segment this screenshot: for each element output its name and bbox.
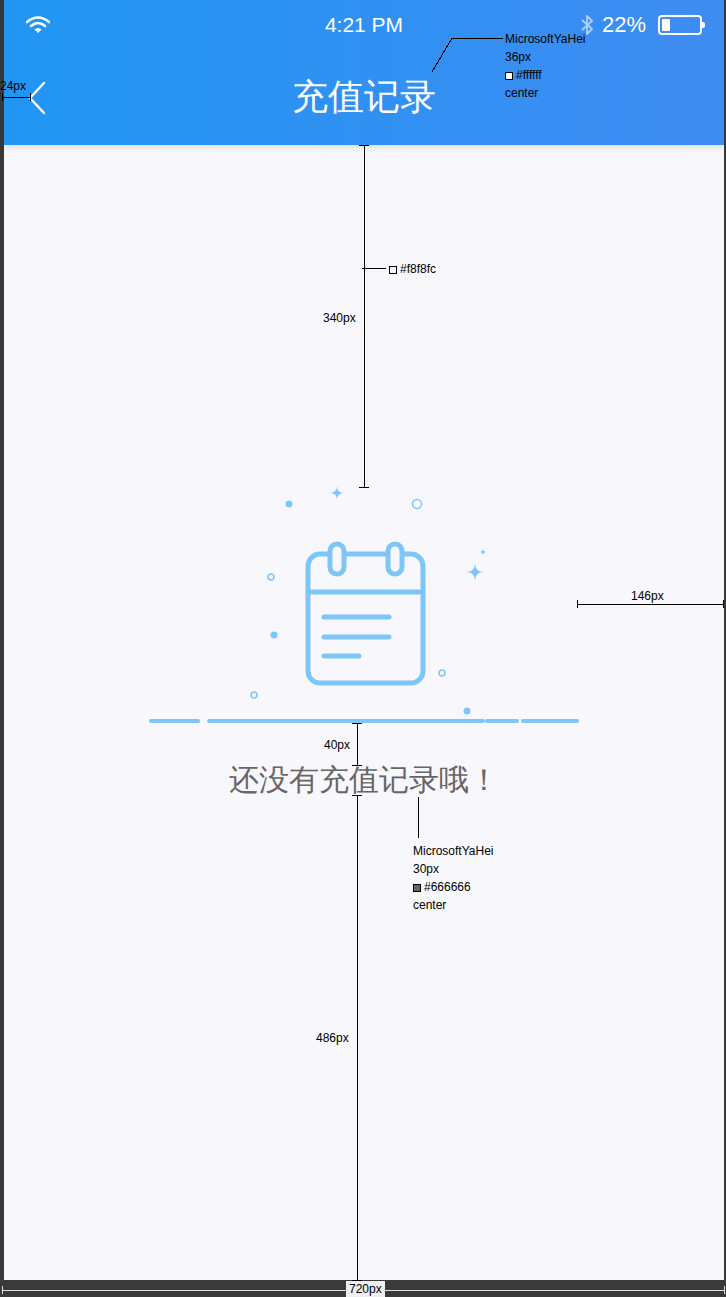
spec-text: MicrosoftYaHei bbox=[505, 32, 585, 46]
dimension-label: 146px bbox=[631, 588, 664, 604]
spec-text: center bbox=[413, 898, 446, 912]
design-frame: 4:21 PM 22% 充值记录 bbox=[0, 0, 726, 1297]
color-spec: #f8f8fc bbox=[389, 260, 436, 278]
nav-bar: 充值记录 bbox=[4, 50, 724, 145]
dimension-label: 486px bbox=[316, 1030, 349, 1046]
status-bar: 4:21 PM 22% bbox=[4, 0, 724, 50]
spec-text: #ffffff bbox=[516, 68, 542, 82]
page-title: 充值记录 bbox=[292, 74, 436, 121]
spec-line: MicrosoftYaHei bbox=[505, 30, 585, 48]
spec-line: #666666 bbox=[413, 878, 493, 896]
empty-state: 还没有充值记录哦！ bbox=[4, 145, 724, 795]
spec-line: MicrosoftYaHei bbox=[413, 842, 493, 860]
spec-text: 30px bbox=[413, 862, 439, 876]
spec-text: center bbox=[505, 86, 538, 100]
dimension-label: 340px bbox=[323, 310, 356, 326]
font-spec: MicrosoftYaHei 36px #ffffff center bbox=[505, 30, 585, 102]
dimension-label: 24px bbox=[0, 78, 26, 94]
annotation-lines bbox=[0, 0, 726, 1297]
battery-fill bbox=[662, 19, 670, 31]
back-button[interactable] bbox=[28, 78, 52, 118]
chevron-left-icon bbox=[28, 81, 46, 115]
color-swatch bbox=[505, 72, 513, 80]
spec-line: 30px bbox=[413, 860, 493, 878]
dimension-label: 40px bbox=[324, 737, 350, 753]
dimension-label: 720px bbox=[346, 1281, 385, 1297]
color-swatch bbox=[389, 266, 397, 274]
spec-text: 36px bbox=[505, 50, 531, 64]
wifi-icon bbox=[26, 16, 50, 34]
spec-text: #666666 bbox=[424, 880, 471, 894]
battery-percent: 22% bbox=[602, 12, 646, 38]
spec-text: #f8f8fc bbox=[400, 262, 436, 276]
color-swatch bbox=[413, 884, 421, 892]
spec-text: MicrosoftYaHei bbox=[413, 844, 493, 858]
font-spec: MicrosoftYaHei 30px #666666 center bbox=[413, 842, 493, 914]
empty-message: 还没有充值记录哦！ bbox=[229, 765, 499, 795]
battery-icon bbox=[658, 15, 702, 35]
status-time: 4:21 PM bbox=[325, 12, 403, 37]
empty-calendar-icon bbox=[149, 485, 579, 725]
app-header: 4:21 PM 22% 充值记录 bbox=[4, 0, 724, 145]
bluetooth-icon bbox=[580, 14, 594, 36]
phone-screen: 4:21 PM 22% 充值记录 bbox=[4, 0, 724, 1280]
spec-line: #ffffff bbox=[505, 66, 585, 84]
spec-line: #f8f8fc bbox=[389, 260, 436, 278]
spec-line: center bbox=[413, 896, 493, 914]
spec-line: 36px bbox=[505, 48, 585, 66]
annotation-layer: 24px MicrosoftYaHei 36px #ffffff center #f8f8… bbox=[0, 0, 726, 1297]
spec-line: center bbox=[505, 84, 585, 102]
